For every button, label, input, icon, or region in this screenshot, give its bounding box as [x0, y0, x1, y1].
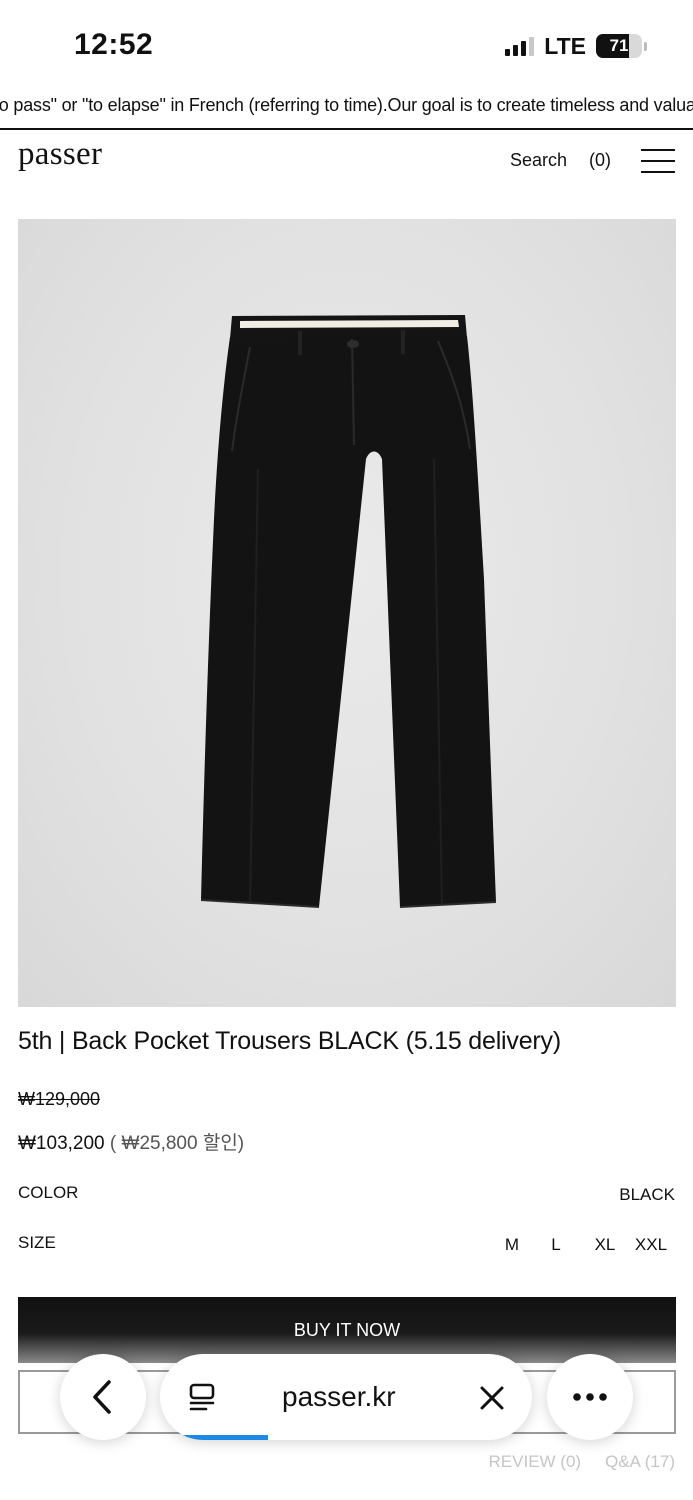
size-options: M L XL XXL [493, 1235, 673, 1255]
tab-review[interactable]: REVIEW (0) [489, 1452, 582, 1472]
page-load-progress [160, 1435, 268, 1440]
site-header: passer Search (0) [0, 132, 693, 192]
original-price: ₩129,000 [18, 1089, 101, 1109]
discount-amount: ( ₩25,800 할인) [109, 1133, 245, 1154]
announcement-marquee[interactable]: to pass" or "to elapse" in French (refer… [0, 88, 693, 130]
search-link[interactable]: Search [510, 150, 567, 171]
battery-icon: 71 [596, 34, 642, 58]
signal-icon [505, 36, 535, 56]
tab-qna[interactable]: Q&A (17) [605, 1452, 675, 1472]
color-option-black[interactable]: BLACK [619, 1185, 675, 1205]
size-option-xl[interactable]: XL [581, 1235, 629, 1255]
hamburger-menu-icon[interactable] [641, 149, 675, 173]
url-text: passer.kr [282, 1381, 396, 1412]
color-label: COLOR [18, 1183, 79, 1202]
cart-link[interactable]: (0) [589, 150, 611, 171]
product-title: 5th | Back Pocket Trousers BLACK (5.15 d… [18, 1027, 561, 1055]
product-tabs: REVIEW (0) Q&A (17) [489, 1452, 675, 1472]
network-type: LTE [544, 32, 586, 59]
product-image[interactable] [18, 219, 676, 1007]
status-indicators: LTE 71 [505, 32, 647, 60]
trousers-illustration [200, 315, 497, 908]
tab-overview-icon[interactable] [186, 1381, 218, 1413]
sale-price: ₩103,200 ( ₩25,800 할인) [18, 1128, 244, 1155]
status-bar: 12:52 LTE 71 [0, 0, 693, 88]
size-option-xxl[interactable]: XXL [629, 1235, 673, 1255]
more-button[interactable] [547, 1354, 633, 1440]
more-dots-icon [573, 1393, 607, 1401]
size-option-l[interactable]: L [531, 1235, 581, 1255]
browser-toolbar: passer.kr [0, 1350, 693, 1446]
status-time: 12:52 [74, 28, 154, 61]
size-option-m[interactable]: M [493, 1235, 531, 1255]
battery-level: 71 [609, 36, 629, 55]
sale-price-value: ₩103,200 [18, 1133, 105, 1154]
address-bar[interactable]: passer.kr [160, 1354, 532, 1440]
size-label: SIZE [18, 1233, 56, 1252]
back-button[interactable] [60, 1354, 146, 1440]
announcement-text: to pass" or "to elapse" in French (refer… [0, 95, 693, 115]
close-icon[interactable] [478, 1384, 506, 1412]
chevron-left-icon [93, 1380, 111, 1414]
site-logo[interactable]: passer [18, 136, 102, 173]
